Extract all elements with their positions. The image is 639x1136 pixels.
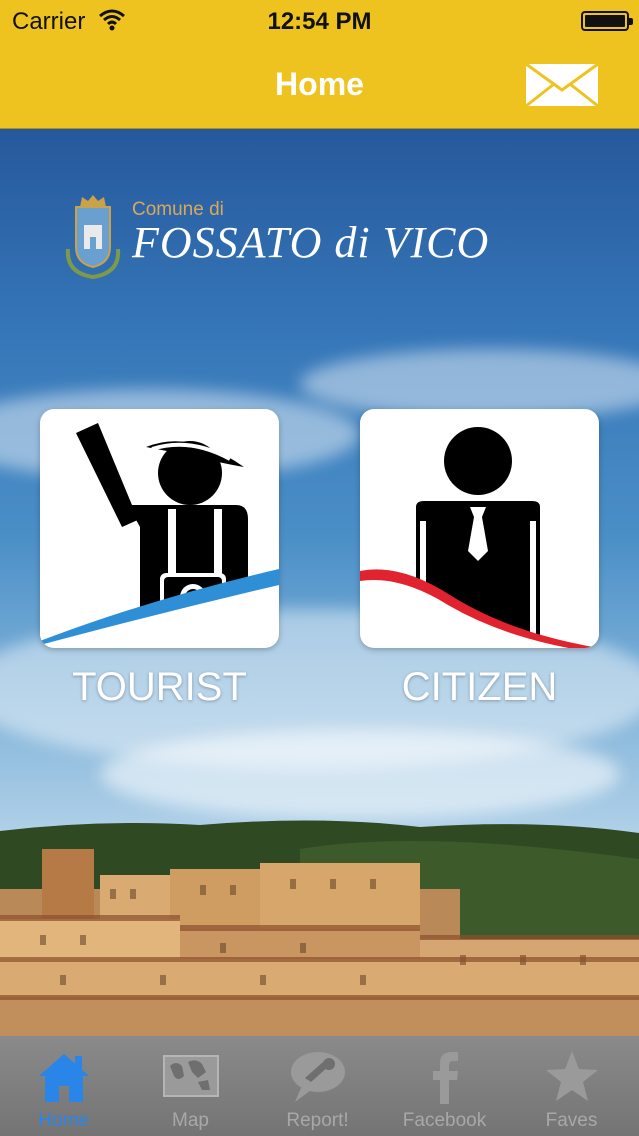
citizen-button[interactable]	[360, 409, 599, 648]
citizen-label[interactable]: CITIZEN	[360, 665, 599, 710]
tab-home[interactable]: Home	[0, 1036, 127, 1136]
town-crest-icon	[65, 195, 121, 280]
map-icon	[163, 1055, 219, 1097]
tab-facebook[interactable]: Facebook	[381, 1036, 508, 1136]
status-bar: Carrier 12:54 PM	[0, 0, 639, 40]
tab-label: Faves	[545, 1110, 598, 1131]
report-icon	[291, 1052, 345, 1102]
navigation-bar: Home	[0, 40, 639, 129]
clock: 12:54 PM	[267, 8, 372, 35]
tourist-label[interactable]: TOURIST	[40, 665, 279, 710]
citizen-icon	[360, 427, 599, 648]
tourist-icon	[40, 423, 279, 648]
tab-label: Report!	[286, 1110, 349, 1131]
tab-faves[interactable]: Faves	[508, 1036, 635, 1136]
town-name: FOSSATO di VICO	[132, 218, 490, 267]
town-landscape-image	[0, 820, 639, 1036]
star-icon	[546, 1051, 598, 1101]
tab-report[interactable]: Report!	[254, 1036, 381, 1136]
tab-label: Map	[172, 1110, 209, 1131]
home-screen: Comune di FOSSATO di VICO TOURIST CITIZE…	[0, 129, 639, 1036]
tab-label: Facebook	[402, 1110, 487, 1131]
envelope-icon[interactable]	[524, 62, 600, 108]
tab-label: Home	[38, 1110, 89, 1131]
battery-icon	[581, 11, 633, 31]
town-logo: Comune di FOSSATO di VICO	[64, 191, 584, 281]
facebook-icon	[433, 1052, 458, 1104]
home-icon	[39, 1054, 89, 1102]
tab-map[interactable]: Map	[127, 1036, 254, 1136]
tab-bar: Home Map Report! Facebook Faves	[0, 1036, 639, 1136]
cloud	[100, 729, 620, 819]
tourist-button[interactable]	[40, 409, 279, 648]
